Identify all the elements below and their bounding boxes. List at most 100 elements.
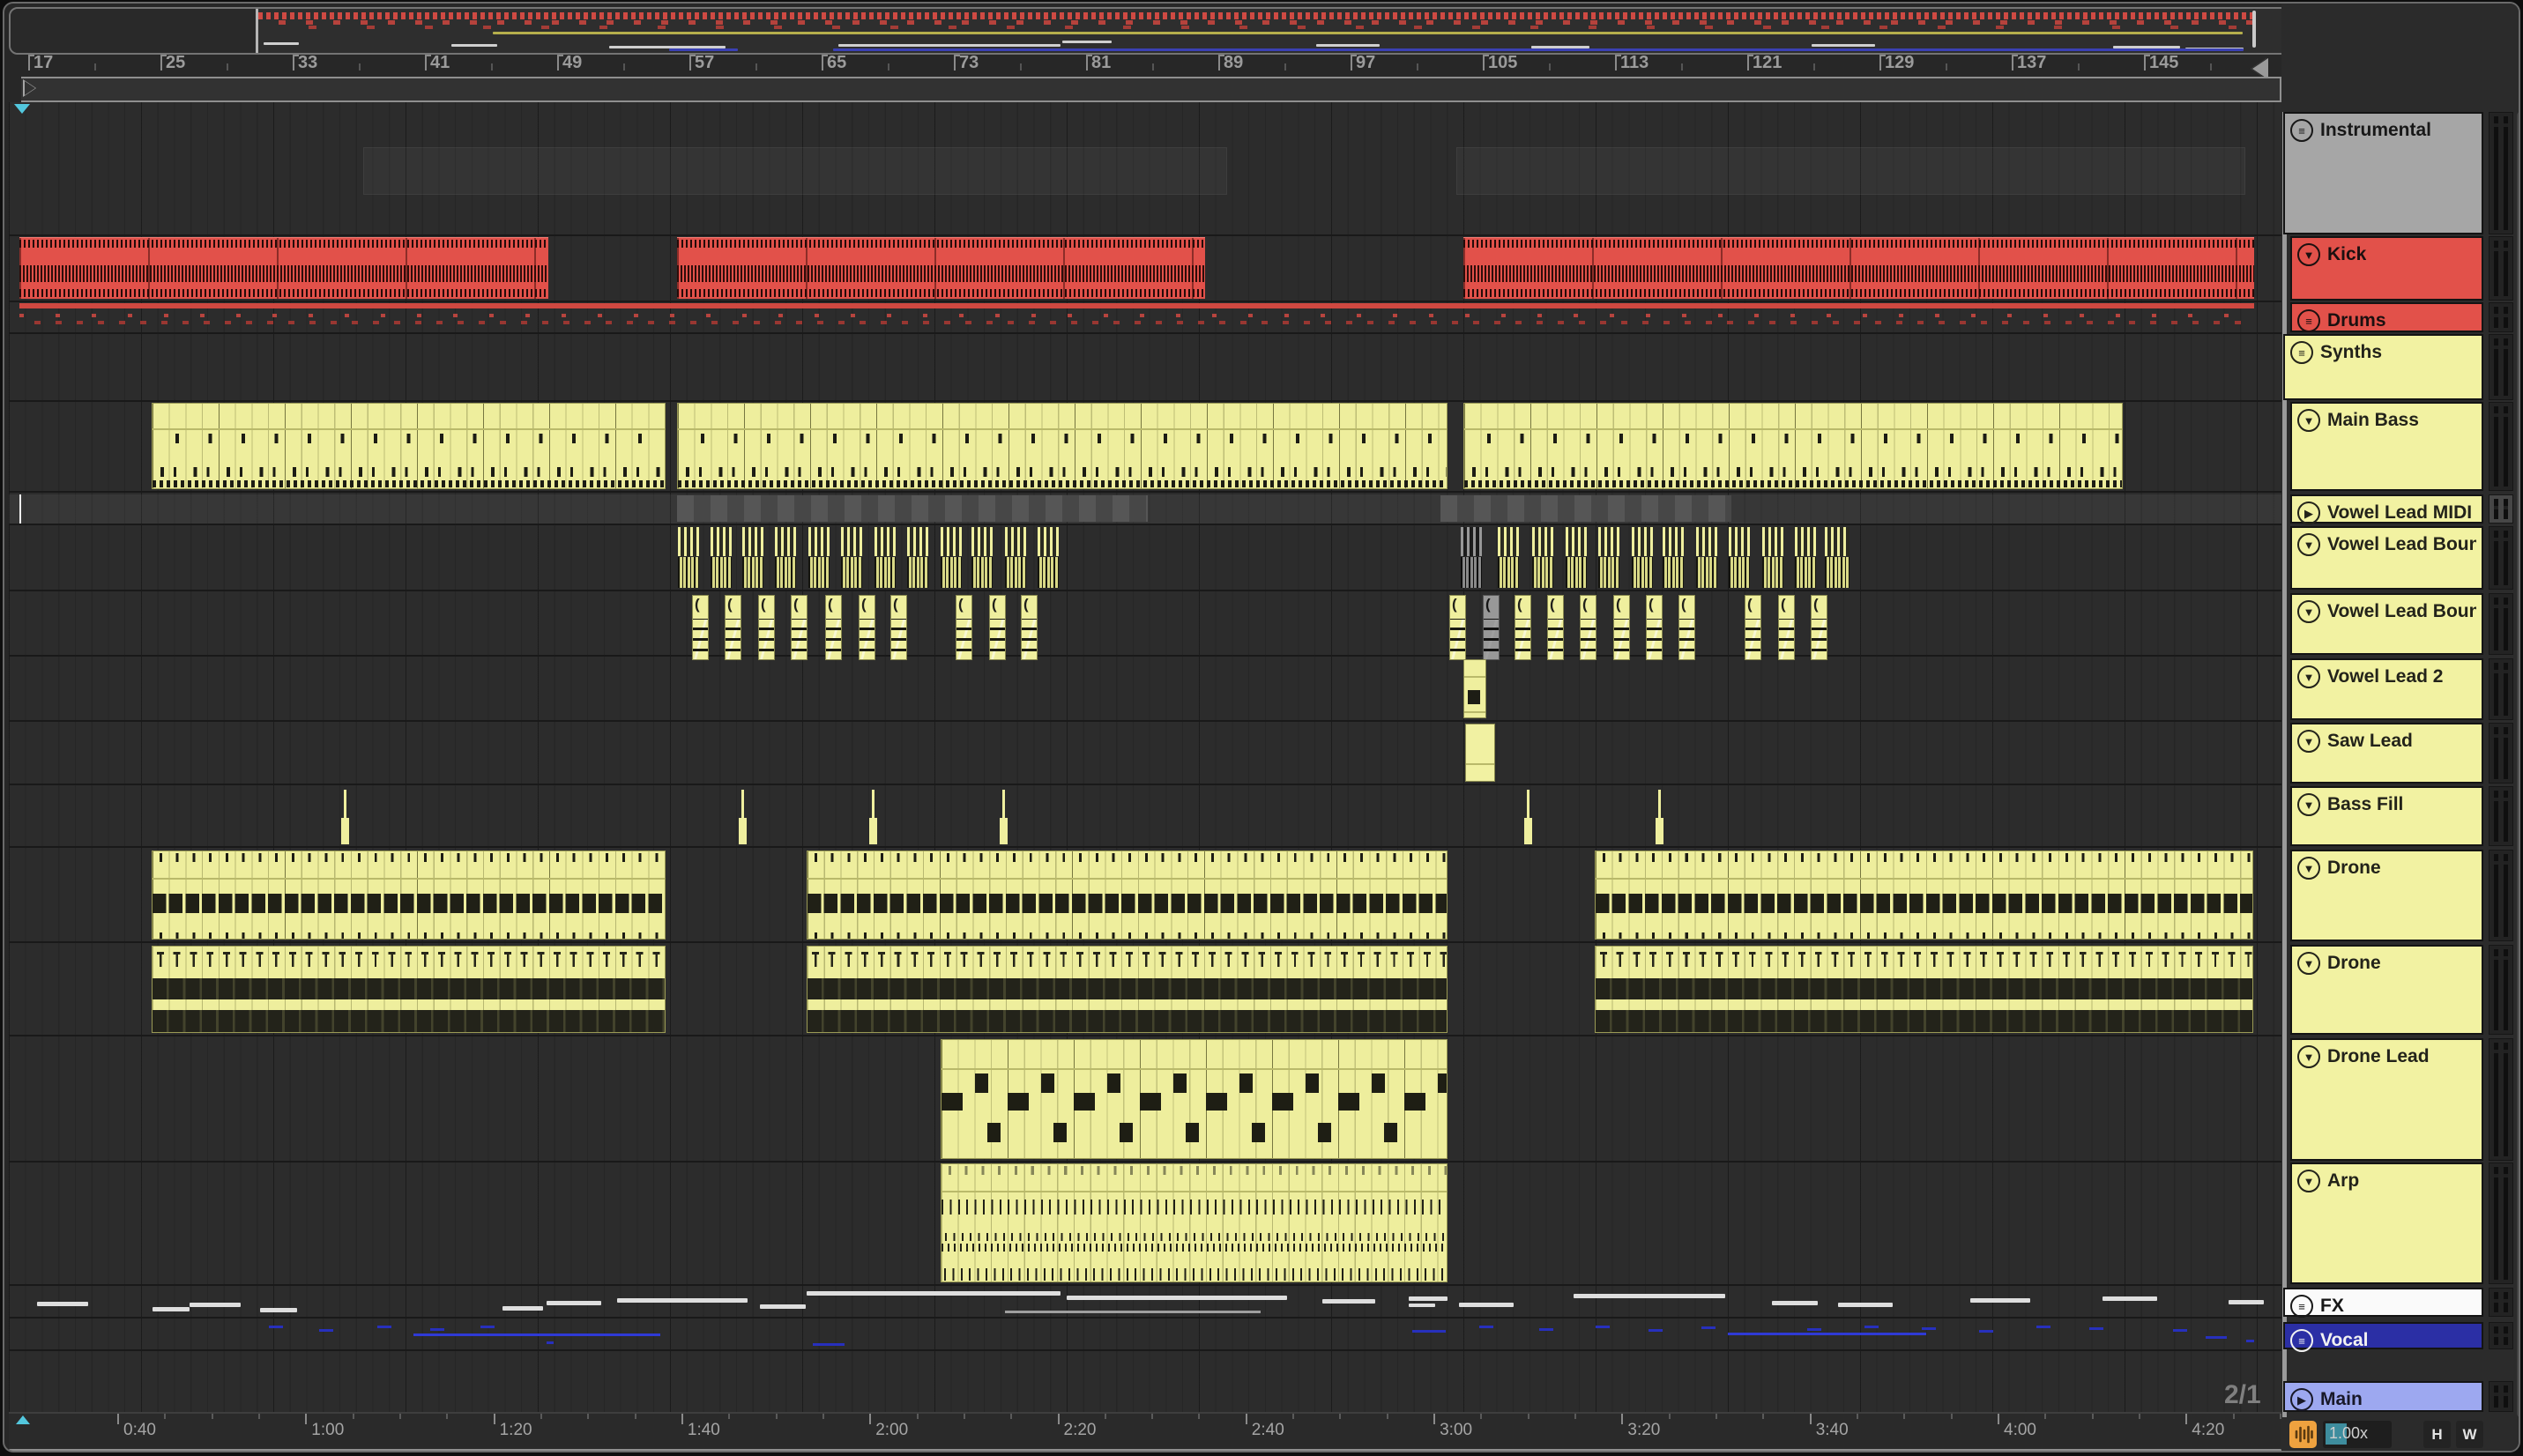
- clip[interactable]: [859, 595, 875, 660]
- clip[interactable]: [2206, 1336, 2227, 1339]
- track-name[interactable]: Main: [2320, 1389, 2363, 1410]
- clip[interactable]: [152, 403, 666, 489]
- track-name[interactable]: Vowel Lead Boun: [2327, 601, 2476, 622]
- play-track-icon[interactable]: ▶: [2290, 1388, 2313, 1411]
- row-instrumental[interactable]: [9, 112, 2281, 236]
- clip[interactable]: [1922, 1327, 1936, 1330]
- clip[interactable]: [1463, 403, 2123, 489]
- overview-song-region[interactable]: [258, 9, 2252, 53]
- clip[interactable]: [1465, 724, 1495, 782]
- clip[interactable]: [807, 946, 1448, 1033]
- clip[interactable]: [1566, 527, 1587, 588]
- clip[interactable]: [1656, 790, 1663, 844]
- track-name[interactable]: Main Bass: [2327, 410, 2419, 431]
- clip[interactable]: [1479, 1326, 1493, 1328]
- track-name[interactable]: Kick: [2327, 244, 2366, 265]
- row-saw-lead[interactable]: [9, 723, 2281, 785]
- clip[interactable]: [1580, 595, 1596, 660]
- clip[interactable]: [1596, 1326, 1610, 1328]
- track-header-vowel-lead-boun[interactable]: ▼ Vowel Lead Boun: [2290, 593, 2483, 655]
- clip[interactable]: [1005, 1311, 1261, 1313]
- clip[interactable]: [1772, 1301, 1818, 1305]
- play-track-icon[interactable]: ▶: [2297, 501, 2320, 524]
- clip[interactable]: [19, 303, 2254, 331]
- clip[interactable]: [1795, 527, 1816, 588]
- clip[interactable]: [677, 403, 1448, 489]
- clip[interactable]: [739, 790, 747, 844]
- row-arp[interactable]: [9, 1163, 2281, 1286]
- unfold-track-icon[interactable]: ▼: [2297, 665, 2320, 688]
- track-name[interactable]: Vowel Lead 2: [2327, 666, 2444, 687]
- clip[interactable]: [791, 595, 808, 660]
- track-header-fx[interactable]: ≡ FX: [2283, 1288, 2483, 1318]
- unfold-track-icon[interactable]: ▼: [2297, 730, 2320, 753]
- track-name[interactable]: Saw Lead: [2327, 731, 2413, 752]
- clip[interactable]: [363, 147, 1227, 195]
- clip[interactable]: [677, 237, 1205, 299]
- clip[interactable]: [1728, 1333, 1926, 1335]
- clip[interactable]: [692, 595, 709, 660]
- clip[interactable]: [1595, 851, 2253, 940]
- track-header-bass-fill[interactable]: ▼ Bass Fill: [2290, 786, 2483, 846]
- track-name[interactable]: Drone: [2327, 953, 2381, 974]
- bar-ruler[interactable]: 17 25 33 41 49 57 65 73 81 89 97 105 113 121 129 137 145: [9, 53, 2281, 76]
- playback-speed-field[interactable]: 1.00x: [2323, 1421, 2392, 1448]
- clip[interactable]: [1463, 659, 1486, 718]
- clip[interactable]: [2246, 1340, 2254, 1342]
- clip[interactable]: [480, 1326, 495, 1328]
- clip[interactable]: [1539, 1328, 1553, 1331]
- clip[interactable]: [1000, 790, 1008, 844]
- track-name[interactable]: Arp: [2327, 1170, 2359, 1192]
- clip[interactable]: [1463, 237, 2254, 299]
- row-drums[interactable]: [9, 302, 2281, 334]
- unfold-track-icon[interactable]: ▼: [2297, 243, 2320, 266]
- group-track-icon[interactable]: ≡: [2290, 1295, 2313, 1318]
- unfold-track-icon[interactable]: ▼: [2297, 533, 2320, 556]
- clip[interactable]: [808, 527, 830, 588]
- panel-divider[interactable]: [2282, 112, 2287, 1417]
- clip[interactable]: [2102, 1296, 2157, 1301]
- row-vowel-lead-midi[interactable]: [9, 494, 2281, 525]
- track-header-synths[interactable]: ≡ Synths: [2283, 334, 2483, 400]
- track-header-vowel-lead-2[interactable]: ▼ Vowel Lead 2: [2290, 658, 2483, 720]
- clip[interactable]: [1825, 527, 1849, 588]
- clip[interactable]: [190, 1303, 241, 1307]
- unfold-track-icon[interactable]: ▼: [2297, 952, 2320, 975]
- track-name[interactable]: Bass Fill: [2327, 794, 2403, 815]
- unfold-track-icon[interactable]: ▼: [2297, 1045, 2320, 1068]
- track-header-drone[interactable]: ▼ Drone: [2290, 850, 2483, 941]
- unfold-track-icon[interactable]: ▼: [2297, 857, 2320, 880]
- time-marker-icon[interactable]: [16, 1415, 30, 1424]
- clip[interactable]: [547, 1341, 554, 1344]
- clip[interactable]: [1021, 595, 1038, 660]
- clip[interactable]: [725, 595, 741, 660]
- clip[interactable]: [1515, 595, 1531, 660]
- clip[interactable]: [2173, 1329, 2187, 1332]
- row-drone-lead[interactable]: [9, 1038, 2281, 1163]
- clip[interactable]: [1598, 527, 1619, 588]
- unfold-track-icon[interactable]: ▼: [2297, 600, 2320, 623]
- clip[interactable]: [1632, 527, 1653, 588]
- clip[interactable]: [1762, 527, 1783, 588]
- clip[interactable]: [1701, 1326, 1715, 1329]
- clip[interactable]: [1979, 1330, 1993, 1333]
- track-name[interactable]: Vowel Lead Boun: [2327, 534, 2476, 555]
- time-ruler[interactable]: 0:40 1:00 1:20 1:40 2:00 2:20 2:40 3:00 3:20 3:40…: [9, 1412, 2329, 1451]
- clip[interactable]: [1456, 147, 2245, 195]
- clip[interactable]: [1067, 1296, 1287, 1300]
- track-header-arp[interactable]: ▼ Arp: [2290, 1163, 2483, 1284]
- clip[interactable]: [1038, 527, 1059, 588]
- clip[interactable]: [711, 527, 732, 588]
- arrangement-area[interactable]: [9, 102, 2281, 1414]
- clip[interactable]: [1524, 790, 1532, 844]
- clip[interactable]: [617, 1298, 748, 1303]
- row-fx[interactable]: [9, 1288, 2281, 1319]
- clip[interactable]: [1729, 527, 1750, 588]
- clip[interactable]: [807, 851, 1448, 940]
- clip[interactable]: [153, 1307, 190, 1311]
- clip[interactable]: [758, 595, 775, 660]
- row-vowel-lead-boun[interactable]: [9, 593, 2281, 660]
- track-name[interactable]: FX: [2320, 1296, 2344, 1317]
- clip[interactable]: [1613, 595, 1630, 660]
- clip[interactable]: [37, 1302, 88, 1306]
